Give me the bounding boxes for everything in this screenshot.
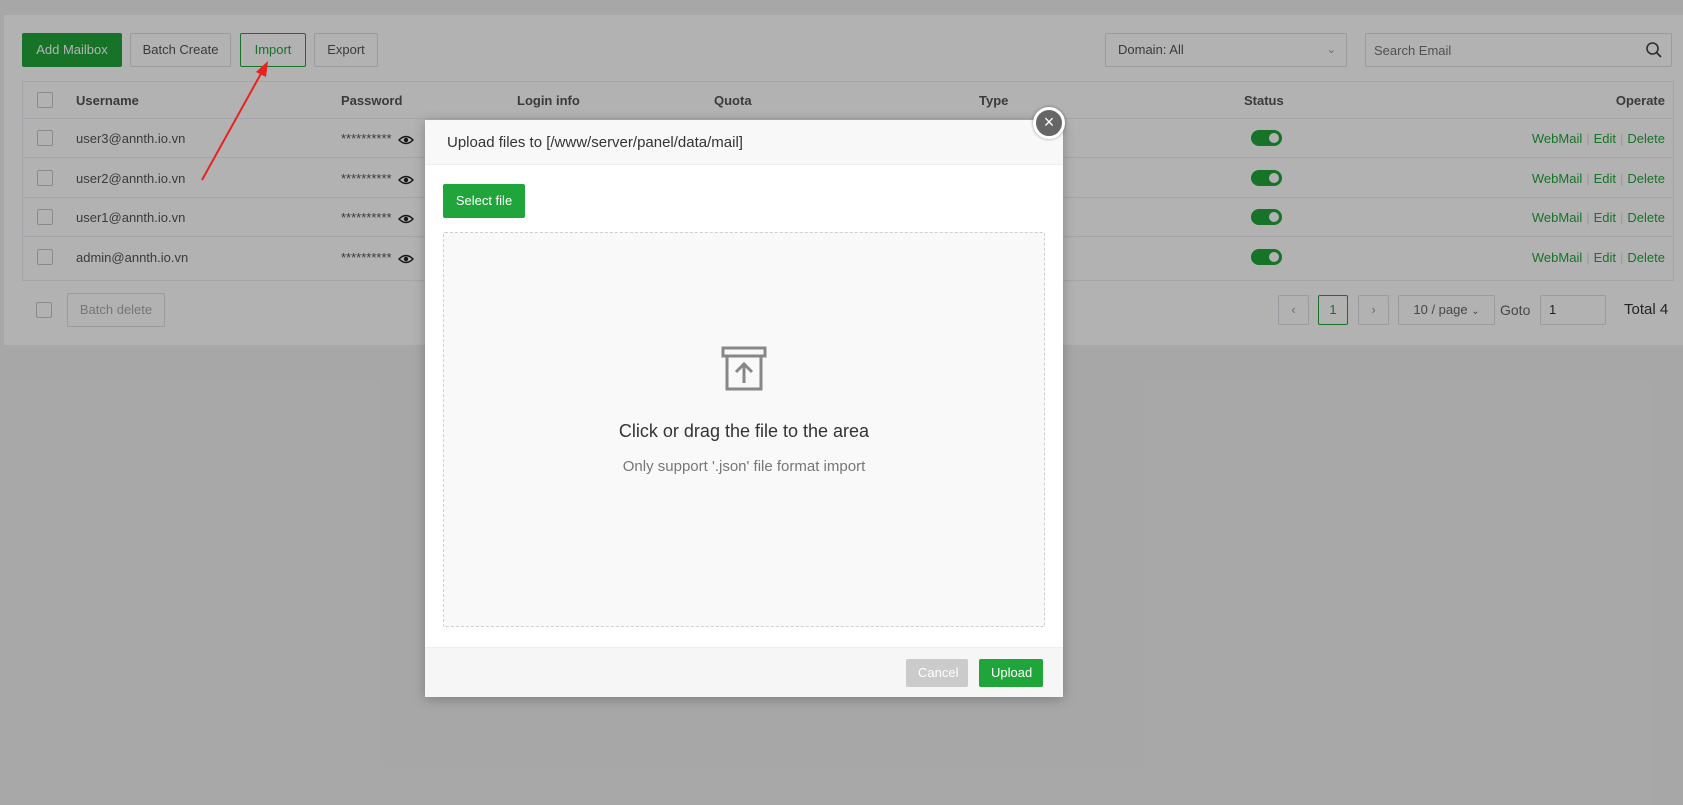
file-drop-zone[interactable]: Click or drag the file to the area Only … [443,232,1045,627]
dialog-title: Upload files to [/www/server/panel/data/… [425,120,1063,165]
drop-zone-title: Click or drag the file to the area [618,421,870,441]
upload-button[interactable]: Upload [979,659,1043,687]
drop-zone-hint: Only support '.json' file format import [622,458,866,475]
upload-dialog: Upload files to [/www/server/panel/data/… [425,107,1065,697]
dialog-footer: Cancel Upload [425,647,1063,697]
dialog-body: Select file Click or drag the file to th… [425,165,1063,647]
cancel-button[interactable]: Cancel [906,659,968,687]
upload-archive-icon [721,346,767,391]
select-file-button[interactable]: Select file [443,184,525,218]
close-icon[interactable]: × [1033,107,1065,139]
